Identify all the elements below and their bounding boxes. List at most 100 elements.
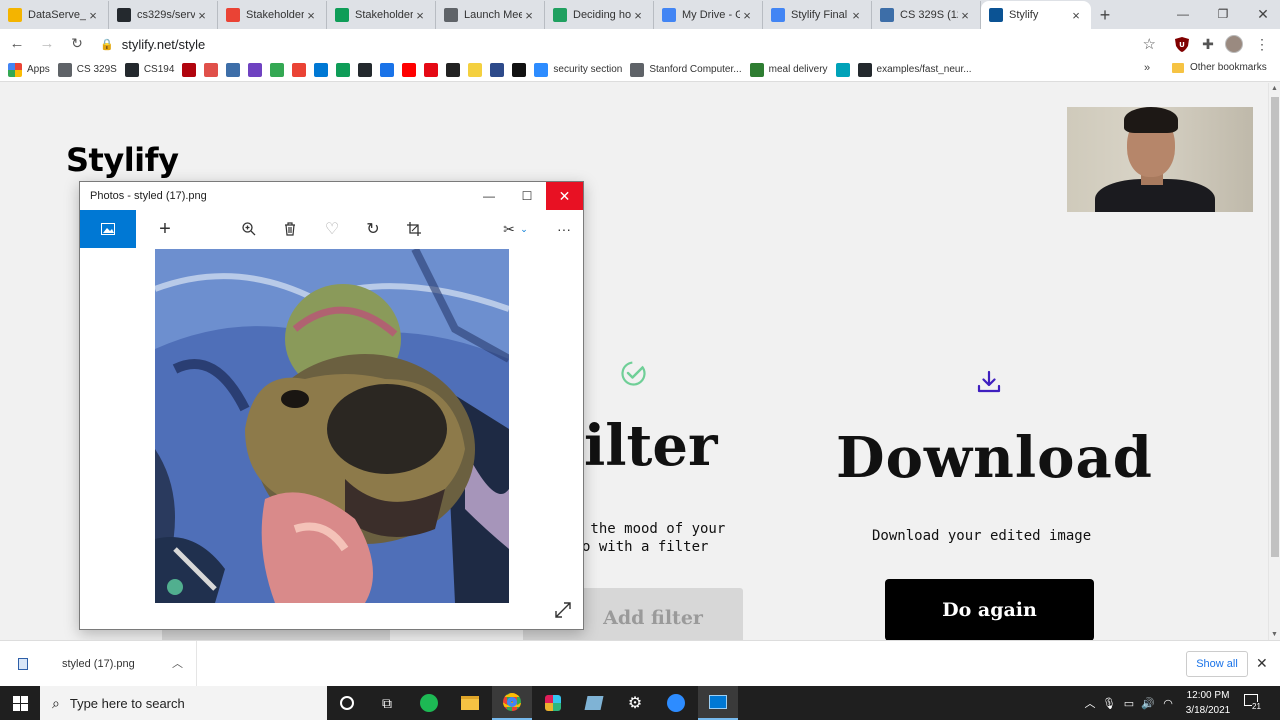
photos-view-button[interactable] <box>80 210 136 248</box>
extensions-puzzle-icon[interactable]: ✚ <box>1198 34 1218 54</box>
taskbar-search-box[interactable]: ⌕ Type here to search <box>40 686 327 720</box>
browser-tab[interactable]: Stakeholder × <box>327 1 436 29</box>
other-bookmarks-folder[interactable]: Other bookmarks <box>1172 62 1267 73</box>
tab-close-icon[interactable]: × <box>86 8 100 23</box>
tab-close-icon[interactable]: × <box>849 8 863 23</box>
battery-icon[interactable]: ▭ <box>1120 686 1138 720</box>
browser-tab[interactable]: DataServe_P× <box>0 1 109 29</box>
browser-tab[interactable]: Deciding ho × <box>545 1 654 29</box>
ublock-icon[interactable]: U <box>1172 34 1192 54</box>
tab-close-icon[interactable]: × <box>740 8 754 23</box>
reload-button[interactable]: ↻ <box>64 31 90 57</box>
bookmark-item[interactable] <box>835 62 850 77</box>
notification-center-icon[interactable]: 21 <box>1244 694 1264 712</box>
settings-gear-icon[interactable]: ⚙ <box>615 686 655 720</box>
bookmark-item[interactable]: security section <box>534 62 622 77</box>
browser-tab[interactable]: Stylify Final × <box>763 1 872 29</box>
slack-icon[interactable] <box>533 686 573 720</box>
new-tab-button[interactable]: + <box>1091 1 1119 29</box>
bookmark-item[interactable]: Stanford Computer... <box>630 62 742 77</box>
bookmark-item[interactable] <box>490 62 505 77</box>
photos-minimize-button[interactable]: — <box>470 182 508 210</box>
tray-chevron-up-icon[interactable]: ︿ <box>1082 686 1098 720</box>
add-icon[interactable]: + <box>151 210 179 248</box>
address-bar[interactable]: 🔒 stylify.net/style ☆ <box>92 32 1164 56</box>
bookmark-item[interactable] <box>336 62 351 77</box>
start-button[interactable] <box>0 686 40 720</box>
crop-icon[interactable] <box>400 210 428 248</box>
wifi-icon[interactable]: ◠ <box>1160 686 1176 720</box>
rotate-icon[interactable]: ↻ <box>359 210 387 248</box>
bookmark-item[interactable] <box>402 62 417 77</box>
volume-icon[interactable]: 🔊 <box>1140 686 1156 720</box>
delete-icon[interactable] <box>276 210 304 248</box>
microphone-icon[interactable]: 🎙 <box>1102 686 1116 720</box>
scroll-down-arrow-icon[interactable]: ▼ <box>1271 631 1278 638</box>
bookmark-item[interactable] <box>314 62 329 77</box>
forward-button[interactable]: → <box>34 31 60 57</box>
tab-close-icon[interactable]: × <box>413 8 427 23</box>
bookmark-item[interactable]: Apps <box>8 62 50 77</box>
chevron-up-icon[interactable]: ︿ <box>172 655 183 671</box>
bookmark-item[interactable]: meal delivery <box>749 62 828 77</box>
zoom-icon[interactable] <box>235 210 263 248</box>
bookmark-item[interactable] <box>424 62 439 77</box>
tab-close-icon[interactable]: × <box>195 8 209 23</box>
photos-maximize-button[interactable]: ☐ <box>508 182 546 210</box>
bookmark-item[interactable] <box>248 62 263 77</box>
tab-close-icon[interactable]: × <box>522 8 536 23</box>
site-brand[interactable]: Stylify <box>66 141 179 179</box>
bookmark-item[interactable] <box>380 62 395 77</box>
bookmark-item[interactable] <box>270 62 285 77</box>
bookmark-item[interactable] <box>204 62 219 77</box>
browser-tab[interactable]: Launch Mee × <box>436 1 545 29</box>
favorite-icon[interactable]: ♡ <box>318 210 346 248</box>
cortana-icon[interactable] <box>327 686 367 720</box>
bookmark-item[interactable] <box>446 62 461 77</box>
bookmark-item[interactable]: examples/fast_neur... <box>857 62 972 77</box>
system-clock[interactable]: 12:00 PM 3/18/2021 <box>1178 688 1238 718</box>
photos-title-bar[interactable]: Photos - styled (17).png — ☐ ✕ <box>80 182 583 210</box>
download-item[interactable]: styled (17).png ︿ <box>0 641 197 687</box>
chrome-taskbar-icon[interactable] <box>492 686 532 720</box>
browser-menu-icon[interactable]: ⋮ <box>1252 34 1272 54</box>
browser-tab[interactable]: Stylify × <box>981 1 1091 29</box>
more-icon[interactable]: ··· <box>550 210 578 248</box>
scroll-up-arrow-icon[interactable]: ▲ <box>1271 85 1278 92</box>
bookmark-item[interactable] <box>292 62 307 77</box>
bookmark-item[interactable] <box>226 62 241 77</box>
bookmark-star-icon[interactable]: ☆ <box>1143 35 1156 53</box>
tab-close-icon[interactable]: × <box>631 8 645 23</box>
back-button[interactable]: ← <box>4 31 30 57</box>
file-explorer-icon[interactable] <box>450 686 490 720</box>
browser-tab[interactable]: CS 329S (12 × <box>872 1 981 29</box>
bookmark-item[interactable] <box>182 62 197 77</box>
sketch-app-icon[interactable] <box>574 686 614 720</box>
spotify-icon[interactable] <box>409 686 449 720</box>
bookmark-item[interactable]: CS194 <box>124 62 174 77</box>
chevron-down-icon[interactable]: ⌄ <box>516 210 532 248</box>
bookmark-item[interactable] <box>468 62 483 77</box>
tab-close-icon[interactable]: × <box>1069 8 1083 23</box>
bookmark-item[interactable] <box>358 62 373 77</box>
browser-tab[interactable]: Stakeholder × <box>218 1 327 29</box>
browser-tab[interactable]: cs329s/serve× <box>109 1 218 29</box>
do-again-button[interactable]: Do again <box>885 579 1094 640</box>
tab-close-icon[interactable]: × <box>304 8 318 23</box>
scrollbar-thumb[interactable] <box>1271 97 1279 557</box>
bookmarks-overflow-button[interactable]: » <box>1144 62 1150 74</box>
photos-close-button[interactable]: ✕ <box>546 182 583 210</box>
browser-tab[interactable]: My Drive - G × <box>654 1 763 29</box>
close-window-button[interactable]: ✕ <box>1240 0 1280 28</box>
task-view-icon[interactable]: ⧉ <box>367 686 407 720</box>
show-all-downloads-button[interactable]: Show all <box>1186 651 1248 677</box>
fullscreen-expand-icon[interactable] <box>552 599 574 621</box>
page-scrollbar[interactable]: ▲ ▼ <box>1268 83 1280 640</box>
tab-close-icon[interactable]: × <box>958 8 972 23</box>
photos-taskbar-icon[interactable] <box>698 686 738 720</box>
bookmark-item[interactable]: CS 329S <box>57 62 117 77</box>
url-text[interactable]: stylify.net/style <box>122 37 206 52</box>
zoom-app-icon[interactable] <box>656 686 696 720</box>
profile-avatar[interactable] <box>1224 34 1244 54</box>
close-shelf-icon[interactable]: ✕ <box>1256 655 1268 672</box>
